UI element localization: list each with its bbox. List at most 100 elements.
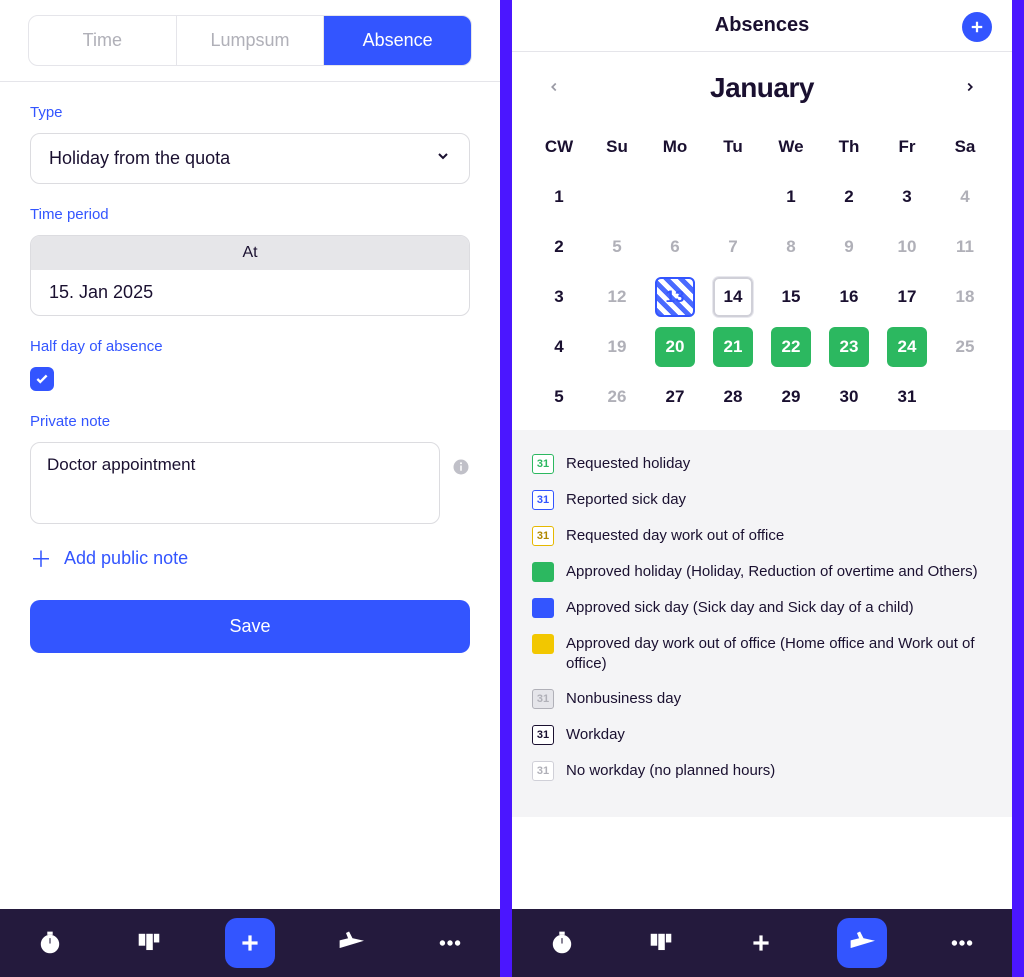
calendar-day — [704, 172, 762, 222]
legend-noworkday: 31 No workday (no planned hours) — [532, 753, 992, 789]
month-selector: January — [512, 52, 1012, 116]
legend-approved-oof: Approved day work out of office (Home of… — [532, 626, 992, 681]
calendar-day — [646, 172, 704, 222]
calendar-day[interactable]: 1 — [762, 172, 820, 222]
period-date[interactable]: 15. Jan 2025 — [31, 270, 469, 315]
entry-type-tabs: Time Lumpsum Absence — [28, 15, 472, 66]
calendar-day[interactable]: 21 — [704, 322, 762, 372]
calendar-day[interactable]: 30 — [820, 372, 878, 422]
calendar-day[interactable]: 6 — [646, 222, 704, 272]
nav-board-icon[interactable] — [637, 919, 685, 967]
add-absence-button[interactable] — [962, 12, 992, 42]
cal-head-we: We — [762, 122, 820, 172]
calendar-day[interactable]: 11 — [936, 222, 994, 272]
private-note-label: Private note — [30, 413, 470, 430]
calendar-day[interactable]: 29 — [762, 372, 820, 422]
calendar-header-row: CW Su Mo Tu We Th Fr Sa — [530, 122, 994, 172]
calendar-day[interactable]: 20 — [646, 322, 704, 372]
halfday-checkbox[interactable] — [30, 367, 54, 391]
calendar-day — [936, 372, 994, 422]
cal-head-fr: Fr — [878, 122, 936, 172]
legend: 31 Requested holiday 31 Reported sick da… — [512, 430, 1012, 817]
week-number: 4 — [530, 322, 588, 372]
calendar-day[interactable]: 24 — [878, 322, 936, 372]
calendar-day[interactable]: 10 — [878, 222, 936, 272]
period-label: Time period — [30, 206, 470, 223]
cal-head-cw: CW — [530, 122, 588, 172]
absence-form: Type Holiday from the quota Time period … — [0, 82, 500, 673]
calendar-day[interactable]: 17 — [878, 272, 936, 322]
cal-head-tu: Tu — [704, 122, 762, 172]
nav-add-icon[interactable] — [225, 918, 275, 968]
legend-reported-sick: 31 Reported sick day — [532, 482, 992, 518]
calendar-day[interactable]: 15 — [762, 272, 820, 322]
calendar-day[interactable]: 14 — [704, 272, 762, 322]
type-select[interactable]: Holiday from the quota — [30, 133, 470, 184]
legend-swatch — [532, 598, 554, 618]
calendar-day[interactable]: 19 — [588, 322, 646, 372]
bottom-nav-right — [512, 909, 1012, 977]
calendar-day[interactable]: 5 — [588, 222, 646, 272]
legend-swatch: 31 — [532, 490, 554, 510]
calendar-day[interactable]: 3 — [878, 172, 936, 222]
add-public-note[interactable]: ＋ Add public note — [30, 524, 470, 578]
period-at-header[interactable]: At — [31, 236, 469, 270]
info-icon[interactable] — [452, 458, 470, 481]
nav-more-icon[interactable] — [938, 919, 986, 967]
month-name: January — [710, 72, 814, 104]
legend-swatch — [532, 562, 554, 582]
calendar-week-row: 11234 — [530, 172, 994, 222]
prev-month[interactable] — [542, 78, 566, 99]
legend-approved-sick: Approved sick day (Sick day and Sick day… — [532, 590, 992, 626]
nav-absence-icon[interactable] — [327, 919, 375, 967]
tab-time[interactable]: Time — [29, 16, 177, 65]
legend-swatch: 31 — [532, 725, 554, 745]
calendar-day[interactable]: 9 — [820, 222, 878, 272]
calendar-day[interactable]: 28 — [704, 372, 762, 422]
next-month[interactable] — [958, 78, 982, 99]
calendar-day[interactable]: 2 — [820, 172, 878, 222]
calendar-day[interactable]: 25 — [936, 322, 994, 372]
type-value: Holiday from the quota — [49, 148, 230, 169]
cal-head-sa: Sa — [936, 122, 994, 172]
nav-timer-icon[interactable] — [26, 919, 74, 967]
tab-absence[interactable]: Absence — [324, 16, 471, 65]
calendar-grid: CW Su Mo Tu We Th Fr Sa 1123425678910113… — [512, 116, 1012, 430]
private-note-value: Doctor appointment — [47, 455, 195, 474]
private-note-input[interactable]: Doctor appointment — [30, 442, 440, 524]
calendar-day[interactable]: 13 — [646, 272, 704, 322]
tab-lumpsum[interactable]: Lumpsum — [177, 16, 325, 65]
calendar-day[interactable]: 7 — [704, 222, 762, 272]
nav-timer-icon[interactable] — [538, 919, 586, 967]
calendar-day[interactable]: 31 — [878, 372, 936, 422]
week-number: 3 — [530, 272, 588, 322]
halfday-label: Half day of absence — [30, 338, 470, 355]
plus-icon: ＋ — [30, 542, 52, 574]
save-button[interactable]: Save — [30, 600, 470, 653]
calendar-day[interactable]: 18 — [936, 272, 994, 322]
calendar-day[interactable]: 26 — [588, 372, 646, 422]
legend-approved-holiday: Approved holiday (Holiday, Reduction of … — [532, 554, 992, 590]
cal-head-th: Th — [820, 122, 878, 172]
left-phone-screen: Time Lumpsum Absence Type Holiday from t… — [0, 0, 500, 977]
absences-header: Absences — [512, 0, 1012, 52]
legend-nonbusiness: 31 Nonbusiness day — [532, 681, 992, 717]
calendar-day[interactable]: 27 — [646, 372, 704, 422]
calendar-week-row: 5262728293031 — [530, 372, 994, 422]
calendar-day[interactable]: 16 — [820, 272, 878, 322]
calendar-day[interactable]: 23 — [820, 322, 878, 372]
period-segment: At 15. Jan 2025 — [30, 235, 470, 316]
nav-more-icon[interactable] — [426, 919, 474, 967]
nav-add-icon[interactable] — [737, 919, 785, 967]
calendar-day[interactable]: 12 — [588, 272, 646, 322]
calendar-day[interactable]: 4 — [936, 172, 994, 222]
legend-workday: 31 Workday — [532, 717, 992, 753]
calendar-day[interactable]: 22 — [762, 322, 820, 372]
chevron-down-icon — [435, 148, 451, 169]
nav-absence-icon[interactable] — [837, 918, 887, 968]
legend-requested-oof: 31 Requested day work out of office — [532, 518, 992, 554]
nav-board-icon[interactable] — [125, 919, 173, 967]
calendar-day[interactable]: 8 — [762, 222, 820, 272]
legend-swatch: 31 — [532, 454, 554, 474]
legend-swatch — [532, 634, 554, 654]
